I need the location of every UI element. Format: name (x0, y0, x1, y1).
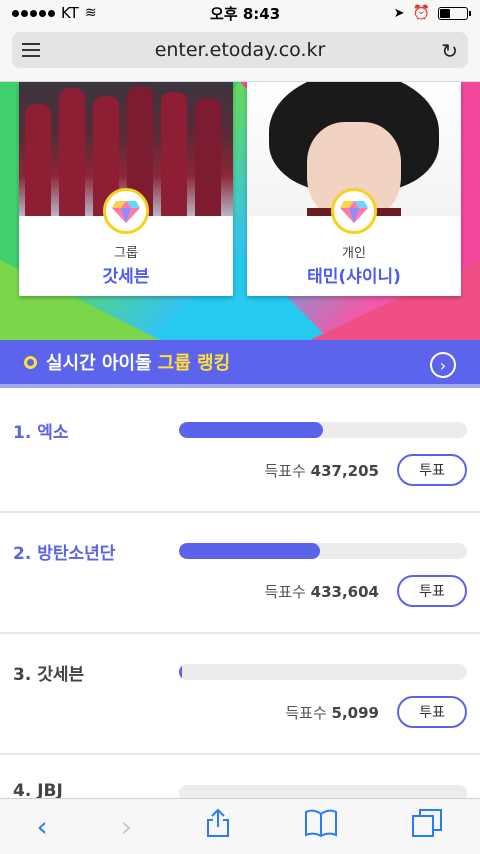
clock: 오후 8:43 (210, 4, 281, 23)
votes-label: 득표수 (264, 462, 306, 480)
banner-title: 실시간 아이돌 (46, 353, 152, 374)
votes-value: 437,205 (310, 462, 379, 480)
featured-section: 그룹 갓세븐 개인 태민(샤이니) (0, 82, 480, 340)
ranking-list: 1. 엑소 득표수 437,205 투표 2. 방탄소년단 득표수 433,60… (0, 392, 480, 854)
vote-button[interactable]: 투표 (397, 696, 467, 728)
signal-icon (12, 9, 55, 17)
circle-icon (24, 355, 37, 369)
vote-progress (179, 664, 467, 680)
tabs-icon[interactable] (411, 808, 443, 845)
votes-label: 득표수 (264, 583, 306, 601)
url-text[interactable]: enter.etoday.co.kr (155, 39, 326, 61)
diamond-icon (331, 188, 377, 234)
vote-button[interactable]: 투표 (397, 575, 467, 607)
featured-card-solo[interactable]: 개인 태민(샤이니) (247, 82, 461, 296)
ranking-banner: 실시간 아이돌 그룹 랭킹 › (0, 340, 480, 388)
ranking-row: 1. 엑소 득표수 437,205 투표 (0, 392, 480, 513)
rank-name[interactable]: 1. 엑소 (13, 418, 69, 443)
carrier-label: KT (61, 4, 79, 22)
votes-label: 득표수 (285, 704, 327, 722)
featured-name: 갓세븐 (102, 267, 150, 287)
vote-count: 득표수 5,099 (285, 702, 379, 723)
vote-button[interactable]: 투표 (397, 454, 467, 486)
rank-name[interactable]: 3. 갓세븐 (13, 660, 84, 685)
chevron-right-icon[interactable]: › (430, 352, 456, 378)
vote-progress (179, 543, 467, 559)
back-icon[interactable]: ‹ (37, 810, 48, 843)
address-bar[interactable]: enter.etoday.co.kr ↻ (12, 32, 468, 68)
wifi-icon: ≋ (84, 5, 97, 21)
vote-progress (179, 422, 467, 438)
location-icon: ➤ (393, 5, 405, 21)
rank-name[interactable]: 2. 방탄소년단 (13, 539, 115, 564)
battery-icon (438, 6, 471, 20)
forward-icon: › (120, 810, 133, 843)
featured-category: 개인 (342, 246, 366, 261)
alarm-icon: ⏰ (412, 5, 430, 21)
diamond-icon (103, 188, 149, 234)
ranking-row: 2. 방탄소년단 득표수 433,604 투표 (0, 513, 480, 634)
reader-menu-icon[interactable] (22, 43, 40, 61)
share-icon[interactable] (205, 808, 231, 845)
status-bar: KT ≋ 오후 8:43 ➤ ⏰ (0, 0, 480, 26)
vote-count: 득표수 437,205 (264, 460, 379, 481)
featured-category: 그룹 (114, 246, 138, 261)
ranking-row: 3. 갓세븐 득표수 5,099 투표 (0, 634, 480, 755)
banner-title-highlight: 그룹 랭킹 (157, 353, 231, 374)
featured-name: 태민(샤이니) (307, 267, 401, 287)
featured-card-group[interactable]: 그룹 갓세븐 (19, 82, 233, 296)
reload-icon[interactable]: ↻ (441, 39, 458, 63)
vote-count: 득표수 433,604 (264, 581, 379, 602)
votes-value: 5,099 (331, 704, 379, 722)
bookmarks-icon[interactable] (304, 809, 338, 844)
browser-chrome: KT ≋ 오후 8:43 ➤ ⏰ enter.etoday.co.kr ↻ (0, 0, 480, 82)
votes-value: 433,604 (310, 583, 379, 601)
browser-toolbar: ‹ › (0, 798, 480, 854)
